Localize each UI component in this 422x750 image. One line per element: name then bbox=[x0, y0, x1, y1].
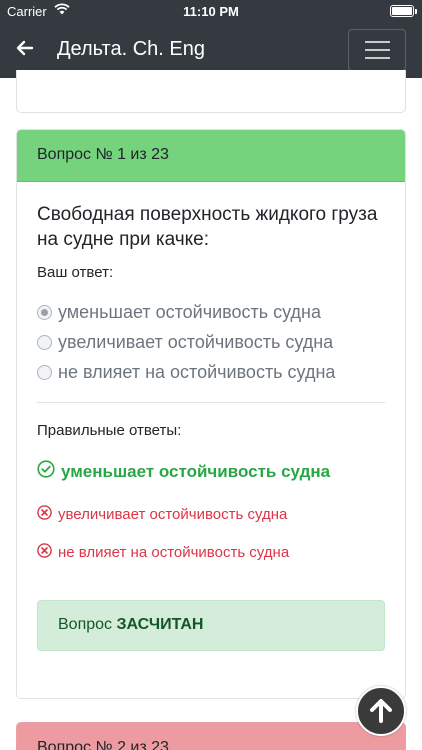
question-text: Свободная поверхность жидкого груза на с… bbox=[37, 204, 378, 250]
result-wrong: не влияет на остойчивость судна bbox=[37, 543, 385, 562]
answer-options: уменьшает остойчивость судна увеличивает… bbox=[37, 297, 385, 387]
result-wrong: увеличивает остойчивость судна bbox=[37, 505, 385, 524]
verdict-alert: Вопрос ЗАСЧИТАН bbox=[37, 600, 385, 651]
check-circle-icon bbox=[37, 460, 55, 483]
verdict-prefix: Вопрос bbox=[58, 616, 117, 633]
answer-option-label: не влияет на остойчивость судна bbox=[58, 361, 336, 382]
radio-button[interactable] bbox=[37, 334, 52, 350]
answer-option-label: уменьшает остойчивость судна bbox=[58, 301, 322, 322]
clock: 11:10 PM bbox=[183, 4, 239, 19]
result-label: увеличивает остойчивость судна bbox=[58, 506, 288, 523]
arrow-up-icon bbox=[370, 699, 392, 723]
answer-option[interactable]: не влияет на остойчивость судна bbox=[37, 357, 385, 387]
radio-button[interactable] bbox=[37, 364, 52, 380]
answer-option[interactable]: уменьшает остойчивость судна bbox=[37, 297, 385, 327]
arrow-left-icon[interactable] bbox=[12, 35, 38, 61]
result-label: уменьшает остойчивость судна bbox=[61, 461, 331, 481]
radio-button[interactable] bbox=[37, 304, 52, 320]
your-answer-label: Ваш ответ: bbox=[37, 264, 114, 281]
question-card-header: Вопрос № 1 из 23 bbox=[17, 130, 405, 182]
status-bar: Carrier 11:10 PM bbox=[0, 0, 422, 22]
battery-icon bbox=[390, 5, 417, 17]
hamburger-icon bbox=[365, 41, 390, 43]
result-correct: уменьшает остойчивость судна bbox=[37, 460, 385, 483]
question-card: Вопрос № 1 из 23 Свободная поверхность ж… bbox=[16, 129, 406, 699]
x-circle-icon bbox=[37, 505, 52, 524]
page-title: Дельта. Ch. Eng bbox=[57, 38, 205, 60]
answer-option[interactable]: увеличивает остойчивость судна bbox=[37, 327, 385, 357]
result-label: не влияет на остойчивость судна bbox=[58, 544, 290, 561]
answer-option-label: увеличивает остойчивость судна bbox=[58, 331, 334, 352]
x-circle-icon bbox=[37, 543, 52, 562]
correct-answers-label: Правильные ответы: bbox=[37, 422, 182, 439]
next-question-card-header: Вопрос № 2 из 23 bbox=[16, 722, 406, 750]
previous-card bbox=[16, 70, 406, 113]
menu-toggle-button[interactable] bbox=[348, 29, 406, 71]
verdict-status: ЗАСЧИТАН bbox=[116, 616, 204, 633]
scroll-to-top-button[interactable] bbox=[356, 686, 406, 736]
divider bbox=[37, 402, 385, 403]
